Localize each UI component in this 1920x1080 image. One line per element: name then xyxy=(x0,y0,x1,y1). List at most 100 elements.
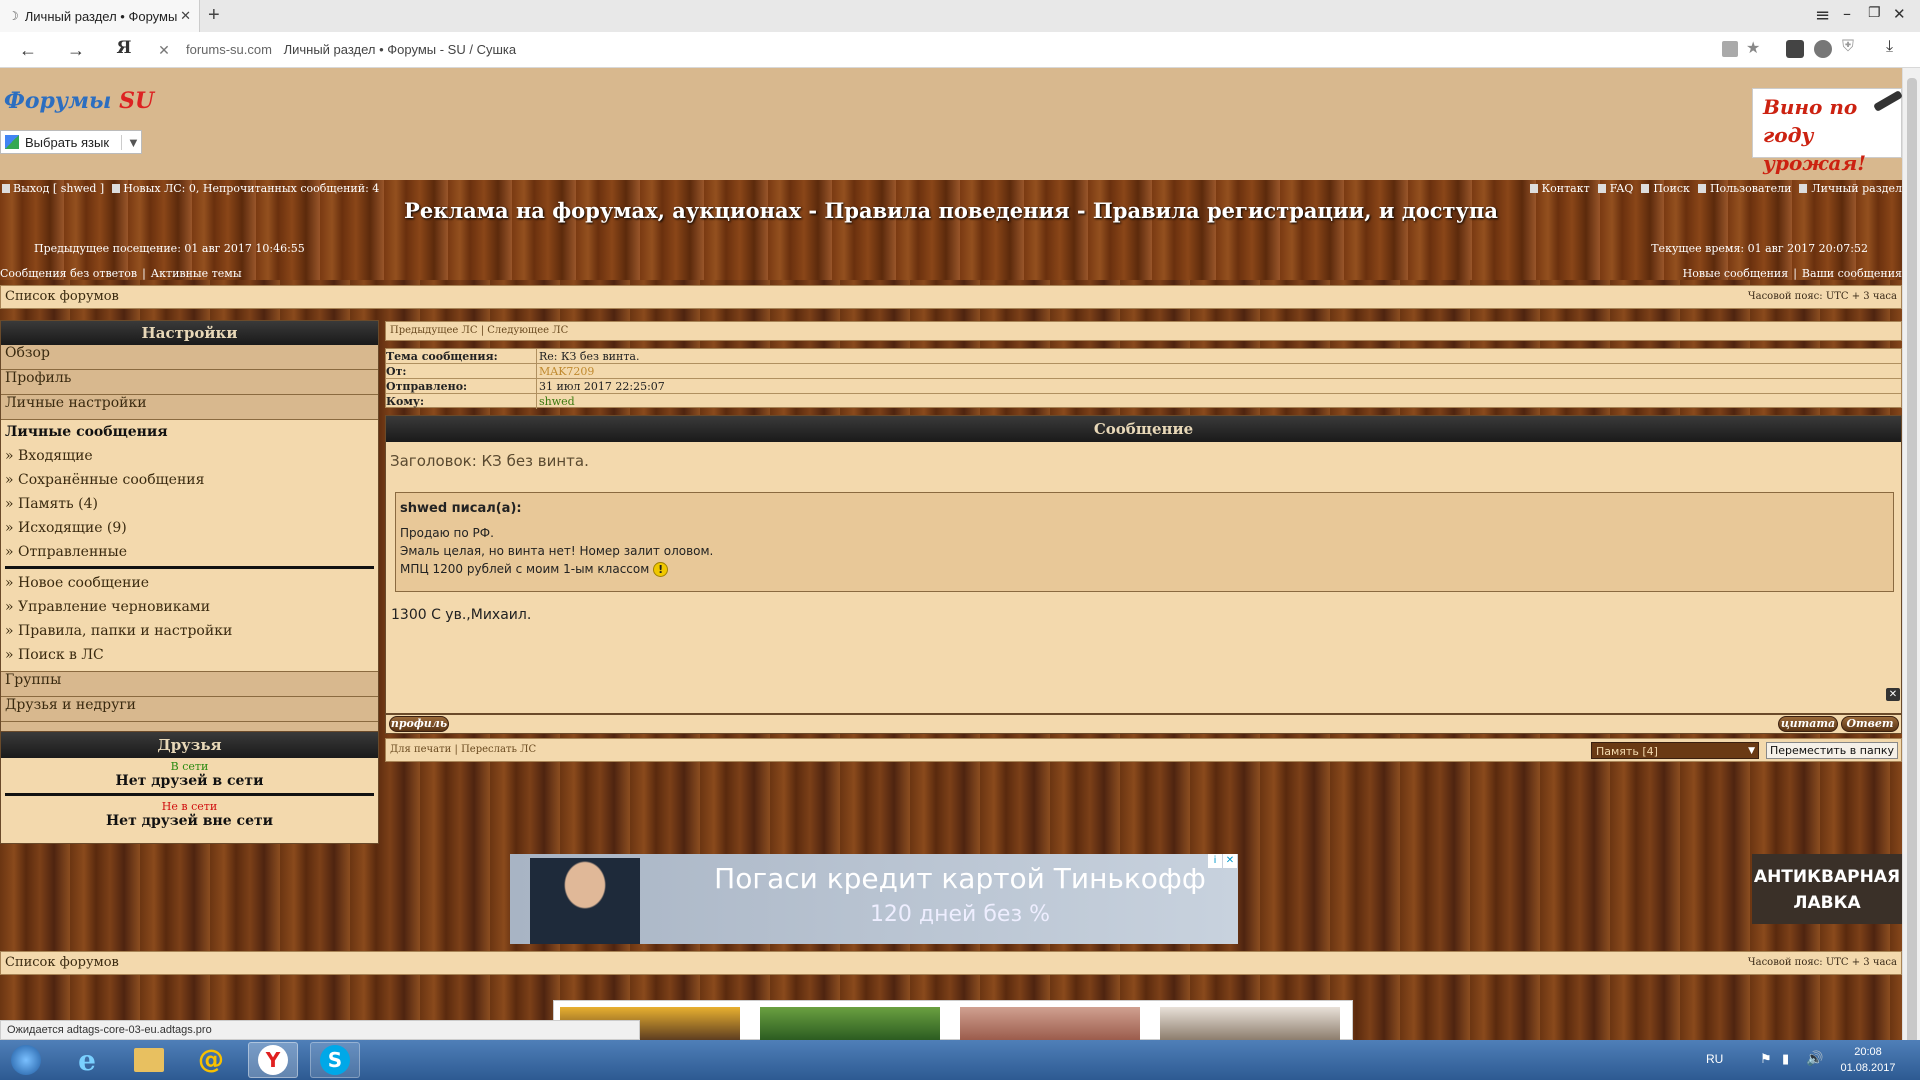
sidebar-item-outbox[interactable]: » Исходящие (9) xyxy=(1,516,378,540)
chevron-down-icon: ▼ xyxy=(121,134,140,150)
antique-shop-ad[interactable]: АНТИКВАРНАЯ ЛАВКА xyxy=(1752,854,1902,924)
stop-icon[interactable]: ✕ xyxy=(152,38,176,62)
subject-label: Тема сообщения: xyxy=(386,349,536,364)
maximize-button[interactable]: ❐ xyxy=(1868,5,1881,21)
message-actions: профиль цитата Ответ xyxy=(385,714,1902,734)
minimize-button[interactable]: – xyxy=(1843,4,1851,23)
message-header: Сообщение xyxy=(386,416,1901,442)
site-logo[interactable]: Форумы SU xyxy=(4,88,154,114)
page-content: Форумы SU Выбрать язык ▼ Вино по году ур… xyxy=(0,68,1902,1040)
loading-icon: ☽ xyxy=(8,9,19,23)
sidebar-item-drafts[interactable]: » Управление черновиками xyxy=(1,595,378,619)
sidebar-item-pm-search[interactable]: » Поиск в ЛС xyxy=(1,643,378,667)
mail-icon[interactable]: @ xyxy=(186,1042,236,1078)
sidebar: Настройки Обзор Профиль Личные настройки… xyxy=(0,320,379,732)
print-link[interactable]: Для печати xyxy=(390,744,451,755)
wood-header xyxy=(0,180,1902,280)
sidebar-item-pm[interactable]: Личные сообщения xyxy=(1,420,378,444)
rules-title-link[interactable]: Реклама на форумах, аукционах - Правила … xyxy=(0,198,1902,223)
bookmark-star-icon[interactable]: ★ xyxy=(1746,38,1760,58)
clock[interactable]: 20:08 01.08.2017 xyxy=(1838,1044,1898,1076)
timezone-label-bottom: Часовой пояс: UTC + 3 часа xyxy=(1747,957,1897,968)
forward-icon[interactable]: → xyxy=(64,38,88,62)
to-label: Кому: xyxy=(386,395,425,408)
sidebar-item-new-message[interactable]: » Новое сообщение xyxy=(1,571,378,595)
prev-pm-link[interactable]: Предыдущее ЛС xyxy=(390,325,478,336)
start-button[interactable] xyxy=(4,1042,48,1078)
new-tab-button[interactable]: + xyxy=(208,4,220,27)
download-icon[interactable]: ⤓ xyxy=(1886,38,1893,56)
language-select[interactable]: Выбрать язык ▼ xyxy=(0,130,142,154)
personal-link[interactable]: Личный раздел xyxy=(1811,182,1902,195)
contact-icon xyxy=(1529,184,1538,193)
ad-thumb-4[interactable] xyxy=(1160,1007,1340,1040)
to-link[interactable]: shwed xyxy=(536,394,1901,409)
pm-icon xyxy=(112,184,121,193)
shield-icon[interactable]: ⛨ xyxy=(1842,38,1854,56)
page-scrollbar[interactable] xyxy=(1902,68,1920,1068)
sidebar-item-memory[interactable]: » Память (4) xyxy=(1,492,378,516)
ie-icon[interactable]: e xyxy=(62,1042,112,1078)
sidebar-item-friends-foes[interactable]: Друзья и недруги xyxy=(1,697,378,722)
ad-thumb-3[interactable] xyxy=(960,1007,1140,1040)
quote-box: shwed писал(а): Продаю по РФ. Эмаль цела… xyxy=(395,492,1894,592)
logout-link[interactable]: Выход [ shwed ] xyxy=(13,182,104,195)
volume-icon[interactable]: 🔊 xyxy=(1806,1051,1823,1067)
tab-title: Личный раздел • Форумы xyxy=(24,8,178,24)
ad-thumb-2[interactable] xyxy=(760,1007,940,1040)
sidebar-item-groups[interactable]: Группы xyxy=(1,672,378,697)
active-topics-link[interactable]: Активные темы xyxy=(151,267,242,280)
sidebar-item-personal-settings[interactable]: Личные настройки xyxy=(1,395,378,420)
search-link[interactable]: Поиск xyxy=(1653,182,1690,195)
network-icon[interactable]: ▮ xyxy=(1782,1052,1789,1067)
sidebar-item-sent[interactable]: » Отправленные xyxy=(1,540,378,564)
sidebar-item-profile[interactable]: Профиль xyxy=(1,370,378,395)
ad-close-icon[interactable]: ✕ xyxy=(1223,854,1237,868)
next-pm-link[interactable]: Следующее ЛС xyxy=(487,325,568,336)
quote-line-1: Продаю по РФ. xyxy=(400,526,494,540)
wine-ad-banner[interactable]: Вино по году урожая! xyxy=(1752,88,1902,175)
language-indicator[interactable]: RU xyxy=(1706,1052,1723,1066)
explorer-icon[interactable] xyxy=(124,1042,174,1078)
profile-button[interactable]: профиль xyxy=(389,716,449,732)
quote-button[interactable]: цитата xyxy=(1778,716,1838,732)
url-field[interactable]: forums-su.com Личный раздел • Форумы - S… xyxy=(186,42,516,57)
forum-list-link[interactable]: Список форумов xyxy=(5,289,119,304)
report-icon[interactable]: ✕ xyxy=(1886,688,1900,701)
contact-link[interactable]: Контакт xyxy=(1542,182,1590,195)
ad-info-icon[interactable]: i xyxy=(1208,854,1222,868)
extension-icon-1[interactable] xyxy=(1786,40,1804,58)
lock-icon[interactable] xyxy=(1722,41,1738,57)
current-time: Текущее время: 01 авг 2017 20:07:52 xyxy=(1651,242,1868,255)
flag-icon[interactable]: ⚑ xyxy=(1760,1052,1772,1067)
scrollbar-thumb[interactable] xyxy=(1907,78,1917,1068)
new-posts-link[interactable]: Новые сообщения xyxy=(1683,267,1789,280)
close-window-button[interactable]: ✕ xyxy=(1893,5,1906,23)
message-body-panel: Сообщение Заголовок: КЗ без винта. shwed… xyxy=(385,415,1902,714)
skype-icon[interactable]: S xyxy=(310,1042,360,1078)
from-link[interactable]: MAK7209 xyxy=(536,364,1901,379)
menu-icon[interactable]: ≡ xyxy=(1815,5,1830,26)
sidebar-item-saved[interactable]: » Сохранённые сообщения xyxy=(1,468,378,492)
extension-icon-2[interactable] xyxy=(1814,40,1832,58)
new-pm-link[interactable]: Новых ЛС: 0, Непрочитанных сообщений: 4 xyxy=(123,182,379,195)
sidebar-item-inbox[interactable]: » Входящие xyxy=(1,444,378,468)
reply-button[interactable]: Ответ xyxy=(1841,716,1899,732)
move-to-folder-button[interactable]: Переместить в папку xyxy=(1766,742,1898,759)
faq-link[interactable]: FAQ xyxy=(1610,182,1634,195)
yandex-icon[interactable]: Я xyxy=(112,38,136,62)
sidebar-item-rules[interactable]: » Правила, папки и настройки xyxy=(1,619,378,643)
forum-list-link-bottom[interactable]: Список форумов xyxy=(5,955,119,970)
back-icon[interactable]: ← xyxy=(16,38,40,62)
close-tab-icon[interactable]: ✕ xyxy=(180,8,191,24)
your-posts-link[interactable]: Ваши сообщения xyxy=(1802,267,1902,280)
from-label: От: xyxy=(386,364,536,379)
browser-tab[interactable]: ☽ Личный раздел • Форумы ✕ xyxy=(0,0,200,32)
yandex-browser-icon[interactable]: Y xyxy=(248,1042,298,1078)
forward-pm-link[interactable]: Переслать ЛС xyxy=(461,744,536,755)
folder-select[interactable]: Память [4] ▼ xyxy=(1591,742,1759,759)
users-link[interactable]: Пользователи xyxy=(1710,182,1791,195)
sidebar-item-overview[interactable]: Обзор xyxy=(1,345,378,370)
no-replies-link[interactable]: Сообщения без ответов xyxy=(0,267,137,280)
tinkoff-ad-banner[interactable]: Погаси кредит картой Тинькофф 120 дней б… xyxy=(510,854,1238,944)
